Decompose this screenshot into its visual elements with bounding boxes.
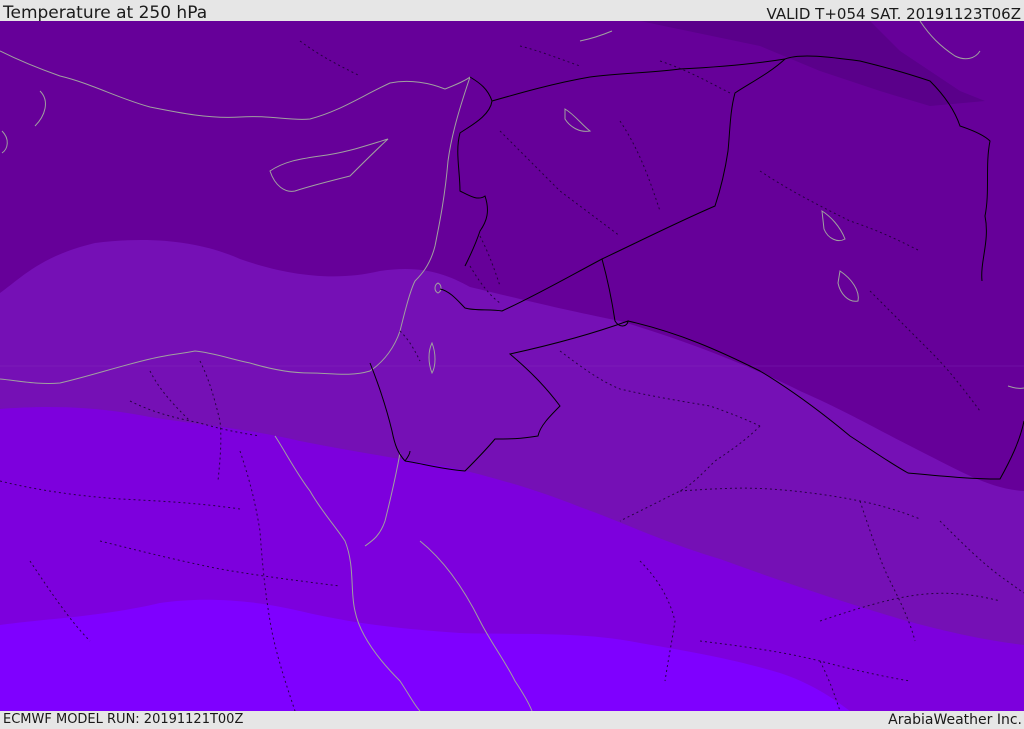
header-bar: Temperature at 250 hPa VALID T+054 SAT. … xyxy=(0,0,1024,23)
map-canvas[interactable] xyxy=(0,21,1024,711)
temperature-map-svg xyxy=(0,21,1024,711)
model-run: ECMWF MODEL RUN: 20191121T00Z xyxy=(3,712,244,727)
credit-text: ArabiaWeather Inc. xyxy=(888,712,1022,728)
weather-map-page: Temperature at 250 hPa VALID T+054 SAT. … xyxy=(0,0,1024,729)
footer-bar: ECMWF MODEL RUN: 20191121T00Z ArabiaWeat… xyxy=(0,711,1024,729)
map-title: Temperature at 250 hPa xyxy=(3,3,208,23)
